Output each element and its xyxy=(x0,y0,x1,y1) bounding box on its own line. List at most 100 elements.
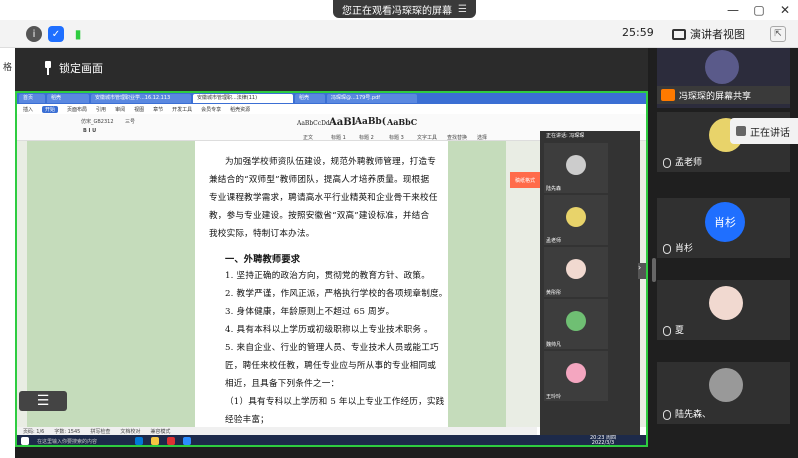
document-page[interactable]: 为加强学校师资队伍建设，规范外聘教师管理，打造专 兼结合的“双师型”教师团队，提… xyxy=(195,141,448,427)
folder-icon[interactable] xyxy=(151,437,159,445)
style-normal[interactable]: AaBbCcDd xyxy=(297,120,330,135)
viewing-banner-text: 您正在观看冯琛琛的屏幕 xyxy=(342,5,453,17)
doc-line: 3. 身体健康，年龄原则上不超过 65 周岁。 xyxy=(225,307,395,317)
screen-share-bar[interactable]: 冯琛琛的屏幕共享 xyxy=(657,86,790,104)
speaking-label: 正在讲话 xyxy=(750,127,790,139)
meeting-window: 您正在观看冯琛琛的屏幕 ☰ — ▢ ✕ i ✓ ▮ 25:59 演讲者视图 ⇱ … xyxy=(0,0,798,458)
presenter-view-label: 演讲者视图 xyxy=(690,28,745,41)
menu-icon[interactable]: ☰ xyxy=(458,4,467,15)
avatar xyxy=(705,50,739,84)
bold-button[interactable]: B I U xyxy=(83,128,96,134)
menu-home[interactable]: 开始 xyxy=(42,105,59,113)
doc-line: 教，参与专业建设。按照安徽省“双高”建设标准，并结合 xyxy=(209,211,430,221)
doc-line: 2. 教学严谨，作风正派，严格执行学校的各项规章制度。 xyxy=(225,289,448,299)
microphone-icon xyxy=(663,326,671,336)
size-select[interactable]: 三号 xyxy=(125,118,135,125)
style-h1-label: 标题 1 xyxy=(331,135,346,141)
left-strip-label: 格 xyxy=(3,63,13,73)
tab-home[interactable]: 首页 xyxy=(19,94,45,103)
style-h1[interactable]: AaBl xyxy=(329,117,356,132)
shield-icon[interactable]: ✓ xyxy=(48,26,64,42)
meeting-timer: 25:59 xyxy=(622,26,654,39)
menu-review[interactable]: 审阅 xyxy=(115,106,125,113)
doc-line: 相近，且具备下列条件之一： xyxy=(225,379,340,389)
doc-line: 经验丰富； xyxy=(225,415,269,425)
panel-scrollbar[interactable] xyxy=(652,258,656,282)
inner-video-name: 孟老师 xyxy=(546,238,562,244)
participant-tile[interactable]: 陆先森、 xyxy=(657,362,790,424)
menu-vip[interactable]: 会员专享 xyxy=(201,106,221,113)
restore-button[interactable]: ▢ xyxy=(746,0,772,20)
participant-tile[interactable]: 肖杉 肖杉 xyxy=(657,198,790,258)
participant-name: 孟老师 xyxy=(675,158,703,168)
status-proof[interactable]: 文档校对 xyxy=(120,428,140,435)
presenter-view-icon xyxy=(672,28,686,40)
style-h3-label: 标题 3 xyxy=(389,135,404,141)
font-select[interactable]: 仿宋_GB2312 xyxy=(81,118,114,125)
style-h2[interactable]: AaBb( xyxy=(355,117,386,132)
shared-screen[interactable]: 首页 稻壳 安徽城市管理职业学...16.12.113 安徽城市管理职...法律… xyxy=(15,91,648,447)
lock-screen-button[interactable]: 锁定画面 xyxy=(43,60,103,76)
inner-video-name: 魏帅凡 xyxy=(546,342,562,348)
participant-name: 夏 xyxy=(675,326,685,336)
style-h3[interactable]: AaBbC xyxy=(387,117,417,132)
text-tools-label[interactable]: 文字工具 xyxy=(417,134,437,141)
windows-start-icon[interactable] xyxy=(21,437,29,445)
microphone-icon xyxy=(663,410,671,420)
wps-icon[interactable] xyxy=(167,437,175,445)
menu-insert[interactable]: 插入 xyxy=(23,106,33,113)
inner-video-panel: 正在讲话: 冯琛琛 陆先森 孟老师 黄彤彤 魏帅凡 王玲玲 xyxy=(540,131,640,435)
windows-taskbar: 在这里输入你要搜索的内容 20:23 周四 2022/3/3 xyxy=(17,435,646,446)
doc-line: 1. 坚持正确的政治方向，贯彻党的教育方针、政策。 xyxy=(225,271,430,281)
list-icon[interactable]: ☰ xyxy=(19,391,67,411)
avatar xyxy=(566,207,586,227)
signal-icon[interactable]: ▮ xyxy=(70,26,86,42)
expand-icon[interactable]: ⇱ xyxy=(770,26,786,42)
tab-doc-1[interactable]: 安徽城市管理职业学...16.12.113 xyxy=(91,94,191,103)
doc-line: 专业课程教学需求，聘请高水平行业精英和企业骨干来校任 xyxy=(209,193,438,203)
tab-docer[interactable]: 稻壳 xyxy=(47,94,89,103)
screen-share-label: 冯琛琛的屏幕共享 xyxy=(679,91,752,102)
select-label[interactable]: 选择 xyxy=(477,134,487,141)
doc-line: 我校实际，特制订本办法。 xyxy=(209,229,315,239)
document-margin-right xyxy=(448,141,506,427)
avatar xyxy=(709,286,743,320)
wps-status-bar: 页码: 1/6 字数: 1545 拼写检查 文档校对 兼容模式 xyxy=(17,427,537,435)
status-spell[interactable]: 拼写检查 xyxy=(90,428,110,435)
doc-line: 匠，聘任来校任教，聘任专业应与所从事的专业相同或 xyxy=(225,361,437,371)
close-button[interactable]: ✕ xyxy=(772,0,798,20)
menu-layout[interactable]: 页面布局 xyxy=(67,106,87,113)
tab-pdf[interactable]: 冯琛琛@...179号.pdf xyxy=(327,94,417,103)
doc-line: 5. 来自企业、行业的管理人员、专业技术人员或能工巧 xyxy=(225,343,439,353)
menu-docer[interactable]: 稻壳资源 xyxy=(230,106,250,113)
lock-screen-label: 锁定画面 xyxy=(59,62,103,75)
inner-video-tile: 魏帅凡 xyxy=(544,299,608,349)
chevron-right-icon[interactable]: › xyxy=(638,263,646,279)
clock-date: 2022/3/3 xyxy=(591,440,615,446)
avatar xyxy=(566,259,586,279)
doc-line: （1）具有专科以上学历和 5 年以上专业工作经历，实践 xyxy=(225,397,445,407)
info-icon[interactable]: i xyxy=(26,26,42,42)
taskbar-clock: 20:23 周四 2022/3/3 xyxy=(590,436,616,446)
microphone-icon xyxy=(663,244,671,254)
tab-doc-2[interactable]: 安徽城市管理职...法律(11) xyxy=(193,94,293,103)
edge-icon[interactable] xyxy=(135,437,143,445)
status-words: 字数: 1545 xyxy=(54,428,81,435)
presenter-view-button[interactable]: 演讲者视图 xyxy=(672,24,745,44)
menu-devtools[interactable]: 开发工具 xyxy=(172,106,192,113)
inner-video-name: 黄彤彤 xyxy=(546,290,562,296)
side-float-button[interactable]: 稿纸格式 xyxy=(510,172,540,188)
menu-chapter[interactable]: 章节 xyxy=(153,106,163,113)
menu-reference[interactable]: 引用 xyxy=(96,106,106,113)
meeting-app-icon[interactable] xyxy=(183,437,191,445)
avatar xyxy=(566,363,586,383)
find-replace-label[interactable]: 查找替换 xyxy=(447,134,467,141)
taskbar-search[interactable]: 在这里输入你要搜索的内容 xyxy=(37,438,127,445)
lock-bar: 锁定画面 xyxy=(15,48,648,91)
tab-docer-2[interactable]: 稻壳 xyxy=(295,94,325,103)
viewing-banner: 您正在观看冯琛琛的屏幕 ☰ xyxy=(333,0,476,18)
doc-line: 4. 具有本科以上学历或初级职称以上专业技术职务 。 xyxy=(225,325,433,335)
menu-view[interactable]: 视图 xyxy=(134,106,144,113)
minimize-button[interactable]: — xyxy=(720,0,746,20)
participant-tile[interactable]: 夏 xyxy=(657,280,790,340)
